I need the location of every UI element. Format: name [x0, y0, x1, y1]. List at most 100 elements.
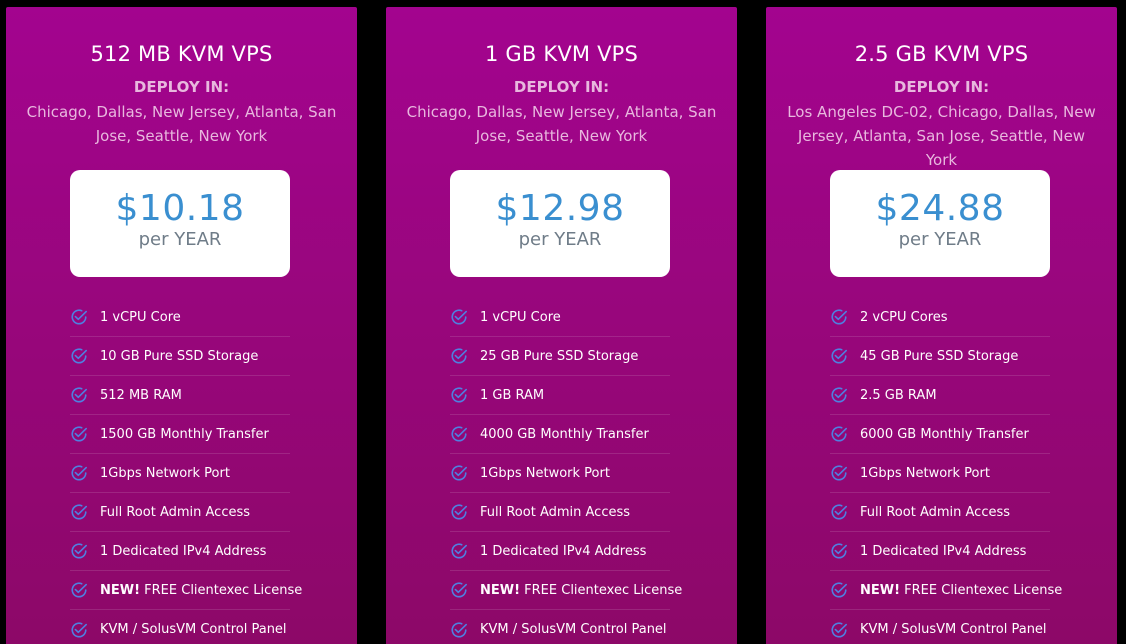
feature-item: KVM / SolusVM Control Panel [450, 610, 670, 644]
feature-text: Full Root Admin Access [100, 504, 251, 520]
deploy-label: DEPLOY IN: [133, 78, 230, 96]
feature-item: 1 Dedicated IPv4 Address [830, 532, 1050, 571]
feature-text-rest: FREE Clientexec License [144, 582, 303, 598]
price-period: per YEAR [138, 229, 222, 250]
deploy-locations: Los Angeles DC-02, Chicago, Dallas, New … [787, 103, 1096, 169]
feature-item: 10 GB Pure SSD Storage [70, 337, 290, 376]
feature-text: 1 Dedicated IPv4 Address [480, 543, 647, 559]
check-circle-icon [451, 465, 468, 481]
check-circle-icon [831, 387, 848, 403]
feature-item: 1 Dedicated IPv4 Address [450, 532, 670, 571]
price-box: $12.98 per YEAR [450, 170, 670, 277]
deploy-label: DEPLOY IN: [513, 78, 610, 96]
check-circle-icon [831, 465, 848, 481]
feature-text: 6000 GB Monthly Transfer [860, 426, 1029, 442]
check-circle-icon [451, 582, 468, 598]
check-circle-icon [831, 309, 848, 325]
check-circle-icon [451, 387, 468, 403]
new-badge: NEW! [480, 582, 521, 598]
check-circle-icon [71, 504, 88, 520]
feature-text: 1 GB RAM [480, 387, 545, 403]
feature-text-rest: FREE Clientexec License [904, 582, 1063, 598]
check-circle-icon [831, 621, 848, 638]
feature-text: KVM / SolusVM Control Panel [100, 622, 287, 637]
feature-text: 10 GB Pure SSD Storage [100, 348, 259, 364]
feature-text: 4000 GB Monthly Transfer [480, 426, 649, 442]
plan-price: $12.98 [495, 188, 625, 229]
check-circle-icon [831, 582, 848, 598]
feature-text: 1Gbps Network Port [480, 465, 610, 481]
feature-text: KVM / SolusVM Control Panel [480, 622, 667, 637]
plan-card-2-5gb: 2.5 GB KVM VPS DEPLOY IN: Los Angeles DC… [766, 7, 1117, 644]
check-circle-icon [451, 348, 468, 364]
feature-item: Full Root Admin Access [70, 493, 290, 532]
feature-item: 4000 GB Monthly Transfer [450, 415, 670, 454]
check-circle-icon [71, 543, 88, 559]
feature-item: Full Root Admin Access [830, 493, 1050, 532]
feature-text: 1Gbps Network Port [100, 465, 230, 481]
deploy-locations: Chicago, Dallas, New Jersey, Atlanta, Sa… [406, 103, 717, 145]
feature-item: 45 GB Pure SSD Storage [830, 337, 1050, 376]
feature-text: 1 vCPU Core [480, 309, 561, 325]
feature-text: 512 MB RAM [100, 387, 182, 403]
check-circle-icon [71, 309, 88, 325]
feature-text: KVM / SolusVM Control Panel [860, 622, 1047, 637]
check-circle-icon [451, 543, 468, 559]
feature-list: 1 vCPU Core 25 GB Pure SSD Storage 1 GB … [450, 298, 682, 644]
feature-item: 1 Dedicated IPv4 Address [70, 532, 290, 571]
feature-item: KVM / SolusVM Control Panel [830, 610, 1050, 644]
new-badge: NEW! [860, 582, 901, 598]
feature-item: 1 vCPU Core [450, 298, 670, 337]
feature-item: 2.5 GB RAM [830, 376, 1050, 415]
feature-text: NEW! FREE Clientexec License [100, 583, 302, 598]
check-circle-icon [71, 621, 88, 638]
check-circle-icon [71, 465, 88, 481]
feature-text: Full Root Admin Access [860, 504, 1011, 520]
feature-text: 1 Dedicated IPv4 Address [860, 543, 1027, 559]
feature-item: 25 GB Pure SSD Storage [450, 337, 670, 376]
check-circle-icon [831, 504, 848, 520]
check-circle-icon [451, 621, 468, 638]
feature-item: NEW! FREE Clientexec License [830, 571, 1062, 610]
feature-text: 2.5 GB RAM [860, 387, 937, 403]
feature-item: 1Gbps Network Port [70, 454, 290, 493]
feature-item: NEW! FREE Clientexec License [450, 571, 682, 610]
check-circle-icon [831, 348, 848, 364]
feature-text: 1 vCPU Core [100, 309, 181, 325]
feature-list: 2 vCPU Cores 45 GB Pure SSD Storage 2.5 … [830, 298, 1062, 644]
plan-price: $24.88 [875, 188, 1005, 229]
deploy-locations: Chicago, Dallas, New Jersey, Atlanta, Sa… [26, 103, 337, 145]
check-circle-icon [71, 387, 88, 403]
check-circle-icon [451, 426, 468, 442]
feature-item: NEW! FREE Clientexec License [70, 571, 302, 610]
feature-item: 2 vCPU Cores [830, 298, 1050, 337]
feature-list: 1 vCPU Core 10 GB Pure SSD Storage 512 M… [70, 298, 302, 644]
feature-item: 1500 GB Monthly Transfer [70, 415, 290, 454]
check-circle-icon [71, 426, 88, 442]
plan-title: 1 GB KVM VPS [484, 42, 639, 66]
check-circle-icon [451, 504, 468, 520]
feature-text: 45 GB Pure SSD Storage [860, 348, 1019, 364]
deploy-label: DEPLOY IN: [893, 78, 990, 96]
feature-text: NEW! FREE Clientexec License [860, 583, 1062, 598]
feature-item: 1 vCPU Core [70, 298, 290, 337]
feature-text: NEW! FREE Clientexec License [480, 583, 682, 598]
feature-item: 1Gbps Network Port [830, 454, 1050, 493]
feature-text-rest: FREE Clientexec License [524, 582, 683, 598]
check-circle-icon [831, 543, 848, 559]
check-circle-icon [71, 348, 88, 364]
feature-item: 1Gbps Network Port [450, 454, 670, 493]
plan-title: 512 MB KVM VPS [90, 42, 273, 66]
feature-text: 2 vCPU Cores [860, 309, 948, 325]
new-badge: NEW! [100, 582, 141, 598]
plan-title: 2.5 GB KVM VPS [854, 42, 1029, 66]
feature-text: 25 GB Pure SSD Storage [480, 348, 639, 364]
feature-text: Full Root Admin Access [480, 504, 631, 520]
check-circle-icon [831, 426, 848, 442]
feature-item: KVM / SolusVM Control Panel [70, 610, 290, 644]
plan-card-1gb: 1 GB KVM VPS DEPLOY IN: Chicago, Dallas,… [386, 7, 737, 644]
feature-text: 1 Dedicated IPv4 Address [100, 543, 267, 559]
check-circle-icon [451, 309, 468, 325]
price-box: $10.18 per YEAR [70, 170, 290, 277]
plan-price: $10.18 [115, 188, 245, 229]
